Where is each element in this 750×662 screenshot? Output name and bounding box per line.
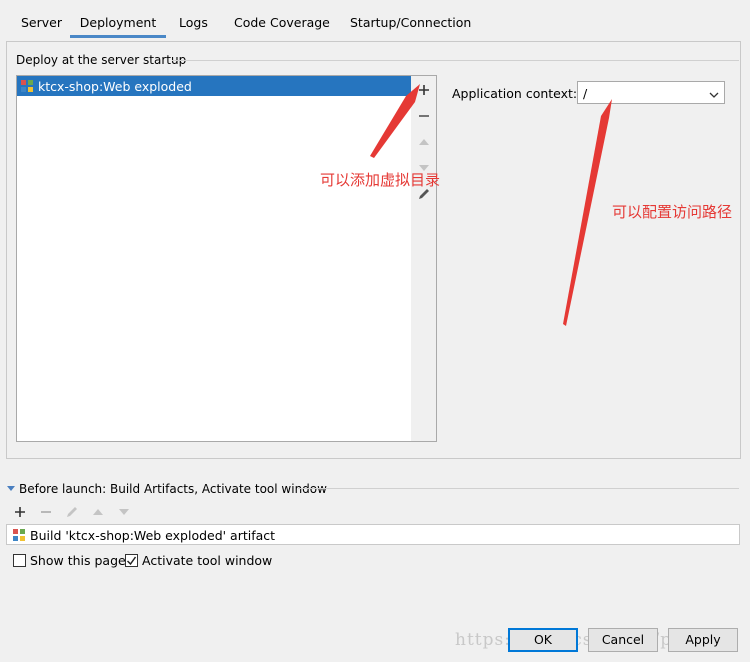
annotation-arrow-add xyxy=(370,84,420,158)
collapse-triangle-icon[interactable] xyxy=(7,486,15,491)
cancel-button[interactable]: Cancel xyxy=(588,628,658,652)
show-page-checkbox-row[interactable]: Show this page xyxy=(13,552,126,568)
remove-task-icon[interactable] xyxy=(38,504,54,520)
edit-task-icon[interactable] xyxy=(64,504,80,520)
annotation-arrow-context xyxy=(563,99,612,326)
checkmark-icon xyxy=(126,556,137,565)
show-page-label: Show this page xyxy=(30,552,126,568)
show-page-checkbox[interactable] xyxy=(13,553,26,567)
add-task-icon[interactable] xyxy=(12,504,28,520)
before-launch-divider xyxy=(298,488,739,489)
before-launch-title[interactable]: Before launch: Build Artifacts, Activate… xyxy=(19,482,327,496)
annotation-add-directory: 可以添加虚拟目录 xyxy=(320,171,441,189)
annotation-configure-path: 可以配置访问路径 xyxy=(612,203,733,221)
activate-tool-window-label: Activate tool window xyxy=(142,552,273,568)
before-launch-item: Build 'ktcx-shop:Web exploded' artifact xyxy=(30,528,276,543)
before-launch-list[interactable]: Build 'ktcx-shop:Web exploded' artifact xyxy=(6,524,740,545)
ok-button[interactable]: OK xyxy=(508,628,578,652)
activate-tool-window-row[interactable]: Activate tool window xyxy=(125,552,272,568)
activate-tool-window-checkbox[interactable] xyxy=(125,553,138,567)
move-task-down-icon[interactable] xyxy=(116,504,132,520)
apply-button[interactable]: Apply xyxy=(668,628,738,652)
build-artifact-icon xyxy=(12,528,26,542)
move-task-up-icon[interactable] xyxy=(90,504,106,520)
